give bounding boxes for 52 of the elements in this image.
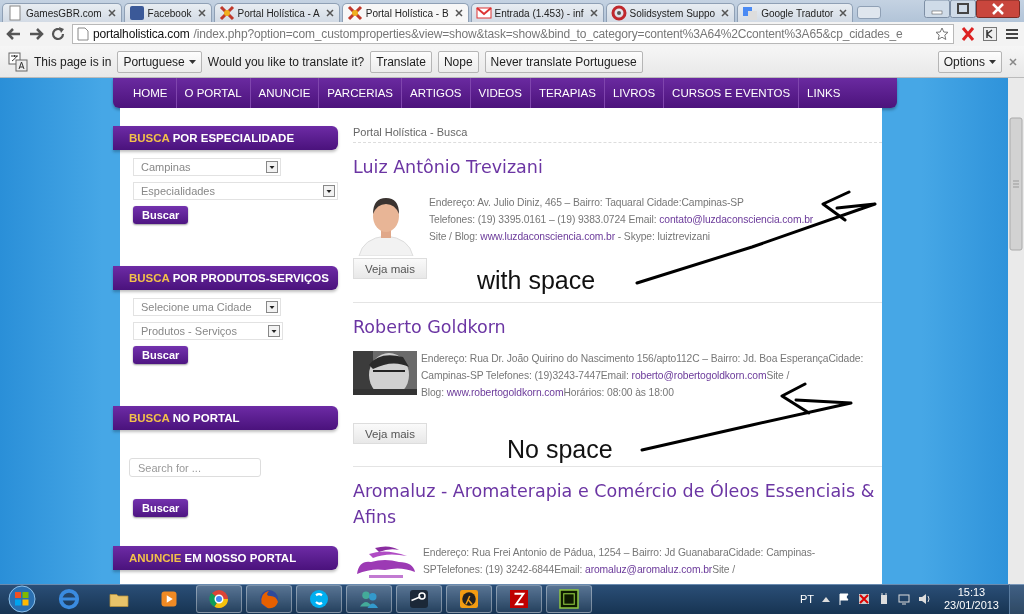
language-indicator[interactable]: PT [799, 593, 814, 605]
dropdown-select[interactable]: Campinas [133, 158, 281, 176]
contact-line: SPTelefones: (19) 3242-6844Email: aromaluz@aromaluz.com.brSite / [423, 563, 736, 577]
browser-tab[interactable]: Facebook [123, 3, 212, 22]
result-title[interactable]: Luiz Antônio Trevizani [353, 154, 882, 180]
nav-link[interactable]: LINKS [799, 78, 849, 108]
translate-bar-button[interactable]: Nope [437, 50, 479, 73]
more-button[interactable]: Veja mais [353, 423, 427, 444]
browser-tab[interactable]: Solidsystem Suppo [605, 3, 736, 22]
module-heading: BUSCA POR PRODUTOS-SERVIÇOS [113, 266, 338, 290]
dropdown-select[interactable]: Selecione uma Cidade [133, 298, 281, 316]
result-title[interactable]: Aromaluz - Aromaterapia e Comércio de Óleos Essenciais & Afins [353, 478, 882, 530]
contact-line: Endereço: Rua Dr. João Quirino do Nascimento 156/apto112C – Bairro: Jd. Boa EsperançaCidade: [421, 352, 864, 366]
link[interactable]: roberto@robertogoldkorn.com [631, 370, 767, 381]
search-button[interactable]: Buscar [133, 346, 189, 364]
contact-line: Campinas-SP Telefones: (19)3243-7447Email: roberto@robertogoldkorn.comSite / [421, 369, 791, 383]
more-button[interactable]: Veja mais [353, 258, 427, 279]
module-heading: ANUNCIE EM NOSSO PORTAL [113, 546, 338, 570]
url-field[interactable]: portalholistica.com /index.php?option=com_customproperties&view=show&task=show&bind_to_category=content%3A64%2Ccontent%3A65&cp_cidades_e [72, 24, 954, 44]
options-select[interactable]: Options [937, 50, 1002, 73]
dropdown-select[interactable]: Produtos - Serviços [133, 322, 283, 340]
search-field[interactable]: Search for ... [129, 458, 261, 477]
module-heading: BUSCA NO PORTAL [113, 406, 338, 430]
link[interactable]: aromaluz@aromaluz.com.br [585, 564, 713, 575]
search-button[interactable]: Buscar [133, 206, 189, 224]
prompt-text: Would you like to translate it? [207, 54, 365, 69]
contact-line: Site / Blog: www.luzdaconsciencia.com.br - Skype: luiztrevizani [429, 230, 711, 244]
search-button[interactable]: Buscar [133, 499, 189, 517]
link[interactable]: contato@luzdaconsciencia.com.br [659, 214, 814, 225]
translate-bar-button[interactable]: Translate [370, 50, 432, 73]
annotation-text: with space [477, 266, 596, 295]
contact-line: Endereço: Rua Frei Antonio de Pádua, 1254 – Bairro: Jd GuanabaraCidade: Campinas- [423, 546, 815, 560]
link[interactable]: www.robertogoldkorn.com [446, 387, 564, 398]
language-select[interactable]: Portuguese [117, 50, 202, 73]
browser-tab[interactable]: Portal Holística - B [341, 3, 469, 22]
link[interactable]: www.luzdaconsciencia.com.br [480, 231, 615, 242]
module-heading: BUSCA POR ESPECIALIDADE [113, 126, 338, 150]
breadcrumb: Portal Holística - Busca [353, 126, 882, 143]
dropdown-select[interactable]: Especialidades [133, 182, 338, 200]
clock-date[interactable]: 23/01/2013 [943, 599, 999, 612]
contact-line: Telefones: (19) 3395.0161 – (19) 9383.0724 Email: contato@luzdaconsciencia.com.br [429, 213, 814, 227]
translate-bar-button[interactable]: Never translate Portuguese [484, 50, 643, 73]
annotation-text: No space [507, 435, 613, 464]
clock-time[interactable]: 15:13 [957, 586, 986, 599]
contact-line: Endereço: Av. Julio Diniz, 465 – Bairro: Taquaral Cidade:Campinas-SP [429, 196, 745, 210]
browser-tab[interactable]: GamesGBR.com [2, 3, 122, 22]
browser-tab[interactable]: Entrada (1.453) - inf [470, 3, 604, 22]
prompt-text: This page is in [34, 54, 112, 69]
result-title[interactable]: Roberto Goldkorn [353, 314, 882, 340]
contact-line: Blog: www.robertogoldkorn.comHorários: 08:00 às 18:00 [421, 386, 675, 400]
browser-tab[interactable]: Portal Holística - A [213, 3, 340, 22]
browser-tab[interactable]: Google Tradutor [737, 3, 854, 22]
